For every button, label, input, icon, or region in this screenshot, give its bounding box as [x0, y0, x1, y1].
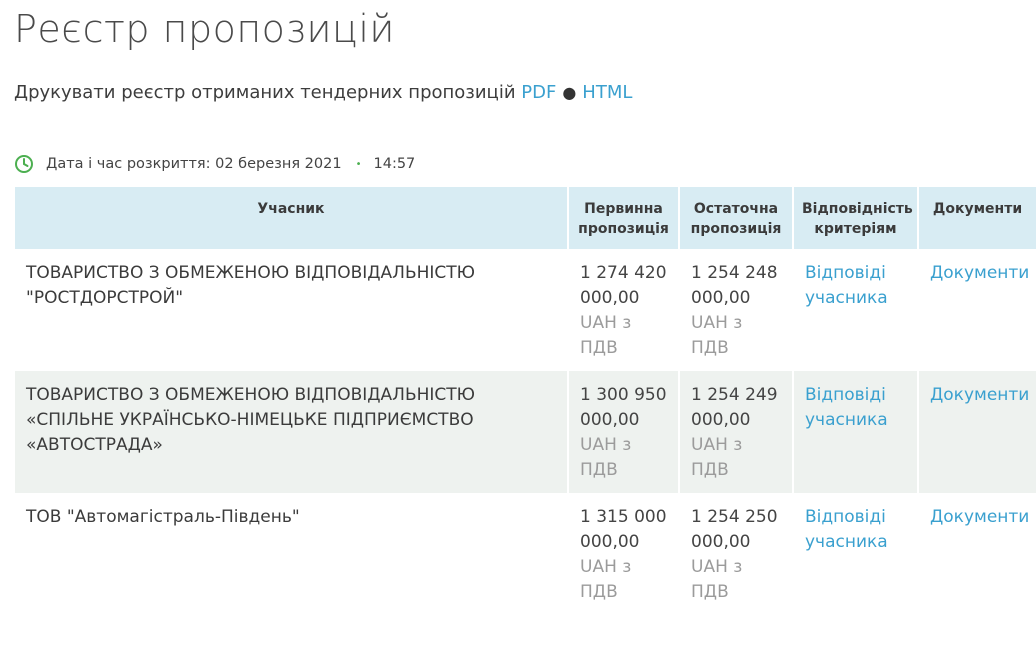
final-bid-amount: 1 254 250 000,00	[691, 507, 778, 552]
initial-bid-amount: 1 315 000 000,00	[580, 507, 667, 552]
clock-icon	[15, 155, 33, 173]
compliance-cell: Відповіді учасника	[793, 249, 919, 371]
page-title: Реєстр пропозицій	[14, 7, 395, 51]
opening-datetime: Дата і час розкриття: 02 березня 2021 • …	[14, 152, 415, 176]
print-pdf-link[interactable]: PDF	[521, 82, 556, 103]
table-row: ТОВ "Автомагістраль-Південь" 1 315 000 0…	[15, 493, 1036, 615]
final-bid-amount: 1 254 248 000,00	[691, 263, 778, 308]
final-bid-currency: UAH з ПДВ	[691, 313, 743, 358]
participant-name: ТОВАРИСТВО З ОБМЕЖЕНОЮ ВІДПОВІДАЛЬНІСТЮ …	[15, 371, 569, 493]
opening-separator: •	[355, 158, 362, 170]
participant-answers-link[interactable]: Відповіді учасника	[805, 263, 888, 308]
column-header-documents: Документи	[918, 187, 1036, 249]
documents-cell: Документи	[918, 371, 1036, 493]
bids-registry-table: Учасник Первинна пропозиція Остаточна пр…	[15, 187, 1036, 615]
participant-name: ТОВ "Автомагістраль-Південь"	[15, 493, 569, 615]
final-bid-cell: 1 254 250 000,00 UAH з ПДВ	[679, 493, 794, 615]
opening-time: 14:57	[373, 156, 416, 172]
column-header-participant: Учасник	[15, 187, 569, 249]
column-header-initial-bid: Первинна пропозиція	[568, 187, 680, 249]
initial-bid-amount: 1 300 950 000,00	[580, 385, 667, 430]
compliance-cell: Відповіді учасника	[793, 493, 919, 615]
print-html-link[interactable]: HTML	[582, 82, 632, 103]
table-row: ТОВАРИСТВО З ОБМЕЖЕНОЮ ВІДПОВІДАЛЬНІСТЮ …	[15, 249, 1036, 371]
initial-bid-currency: UAH з ПДВ	[580, 313, 632, 358]
participant-answers-link[interactable]: Відповіді учасника	[805, 507, 888, 552]
initial-bid-cell: 1 315 000 000,00 UAH з ПДВ	[568, 493, 680, 615]
documents-link[interactable]: Документи	[930, 263, 1029, 283]
initial-bid-cell: 1 300 950 000,00 UAH з ПДВ	[568, 371, 680, 493]
table-header-row: Учасник Первинна пропозиція Остаточна пр…	[15, 187, 1036, 249]
documents-link[interactable]: Документи	[930, 385, 1029, 405]
initial-bid-cell: 1 274 420 000,00 UAH з ПДВ	[568, 249, 680, 371]
initial-bid-currency: UAH з ПДВ	[580, 557, 632, 602]
separator-dot: ●	[562, 83, 577, 102]
column-header-compliance: Відповідність критеріям	[793, 187, 919, 249]
compliance-cell: Відповіді учасника	[793, 371, 919, 493]
documents-link[interactable]: Документи	[930, 507, 1029, 527]
final-bid-cell: 1 254 249 000,00 UAH з ПДВ	[679, 371, 794, 493]
print-registry-line: Друкувати реєстр отриманих тендерних про…	[14, 80, 632, 106]
participant-answers-link[interactable]: Відповіді учасника	[805, 385, 888, 430]
final-bid-currency: UAH з ПДВ	[691, 435, 743, 480]
participant-name: ТОВАРИСТВО З ОБМЕЖЕНОЮ ВІДПОВІДАЛЬНІСТЮ …	[15, 249, 569, 371]
final-bid-cell: 1 254 248 000,00 UAH з ПДВ	[679, 249, 794, 371]
opening-date-label: Дата і час розкриття: 02 березня 2021	[46, 156, 342, 172]
documents-cell: Документи	[918, 493, 1036, 615]
documents-cell: Документи	[918, 249, 1036, 371]
initial-bid-amount: 1 274 420 000,00	[580, 263, 667, 308]
final-bid-currency: UAH з ПДВ	[691, 557, 743, 602]
print-registry-text: Друкувати реєстр отриманих тендерних про…	[14, 82, 516, 103]
table-row: ТОВАРИСТВО З ОБМЕЖЕНОЮ ВІДПОВІДАЛЬНІСТЮ …	[15, 371, 1036, 493]
column-header-final-bid: Остаточна пропозиція	[679, 187, 794, 249]
final-bid-amount: 1 254 249 000,00	[691, 385, 778, 430]
initial-bid-currency: UAH з ПДВ	[580, 435, 632, 480]
